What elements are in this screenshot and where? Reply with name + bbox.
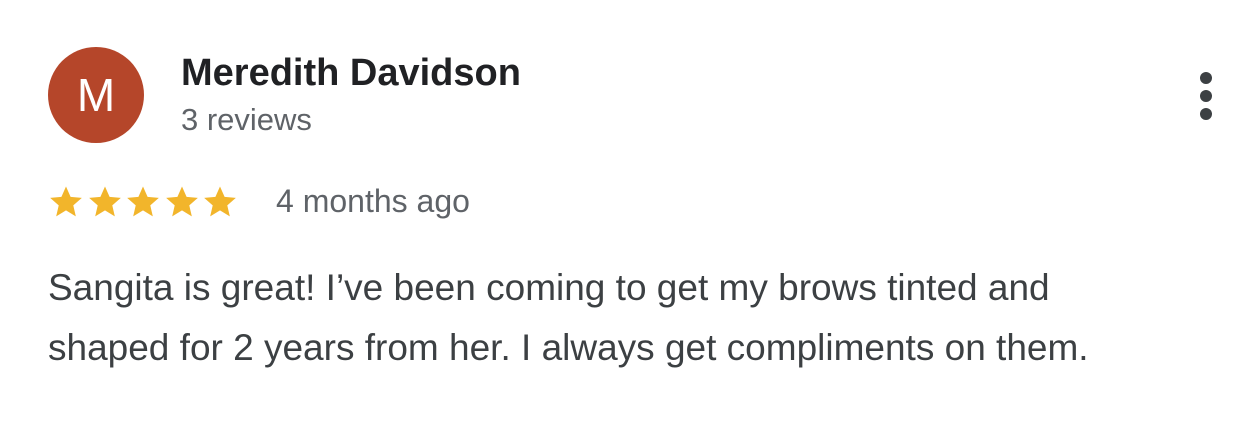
avatar[interactable]: M	[48, 47, 144, 143]
more-vert-icon-dot	[1200, 108, 1212, 120]
more-options-button[interactable]	[1186, 66, 1226, 126]
more-vert-icon-dot	[1200, 90, 1212, 102]
review-text-line: shaped for 2 years from her. I always ge…	[48, 327, 1089, 368]
review-card: M Meredith Davidson 3 reviews 4 months a…	[0, 0, 1253, 428]
star-icon	[127, 186, 159, 217]
avatar-initial: M	[76, 69, 116, 121]
review-text: Sangita is great! I’ve been coming to ge…	[48, 258, 1243, 378]
review-text-line: Sangita is great! I’ve been coming to ge…	[48, 267, 1050, 308]
star-icon	[165, 186, 198, 217]
star-icon	[88, 186, 121, 217]
reviewer-review-count[interactable]: 3 reviews	[181, 100, 312, 140]
star-icon	[204, 186, 236, 217]
review-time: 4 months ago	[276, 183, 470, 219]
star-rating	[47, 182, 240, 222]
reviewer-name[interactable]: Meredith Davidson	[181, 50, 521, 96]
more-vert-icon	[1200, 72, 1212, 84]
star-icon	[50, 186, 82, 217]
